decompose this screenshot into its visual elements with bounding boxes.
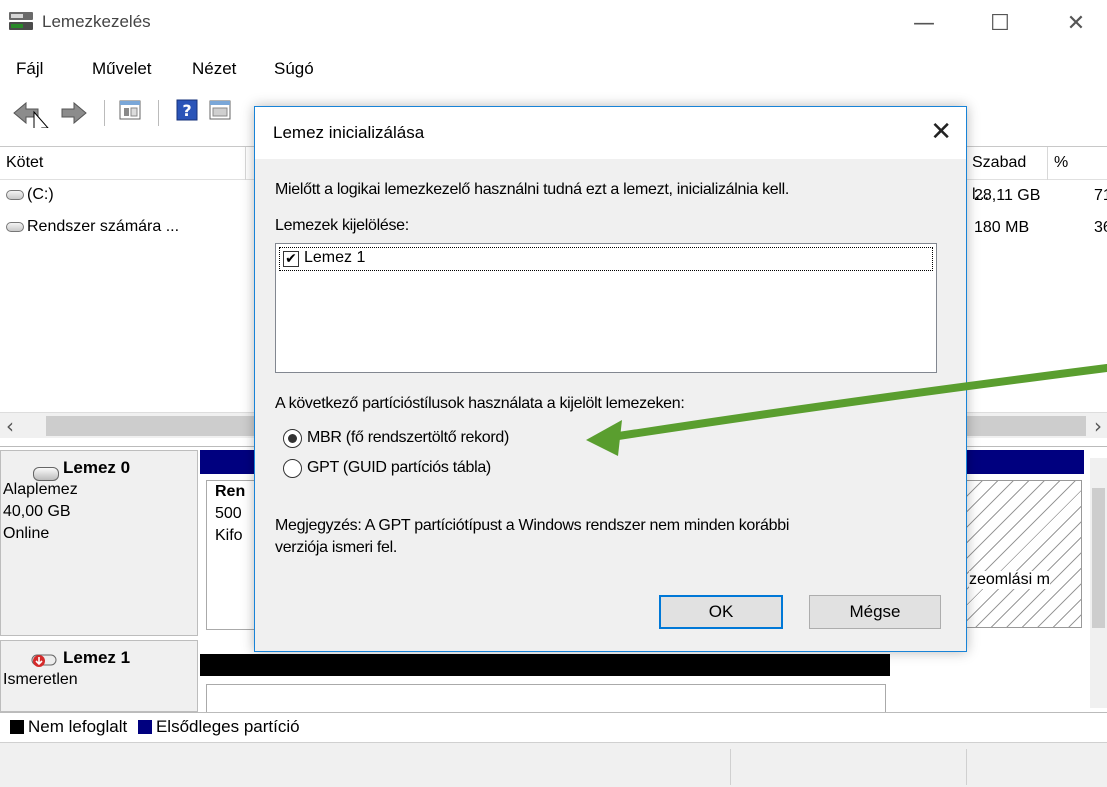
gpt-radio[interactable] <box>283 459 302 478</box>
menu-help[interactable]: Súgó <box>274 59 314 79</box>
volume-row[interactable]: Rendszer számára ... <box>6 218 179 236</box>
dialog-close-button[interactable]: ✕ <box>930 117 952 147</box>
vertical-scroll-thumb[interactable] <box>1092 488 1105 628</box>
dialog-intro-text: Mielőtt a logikai lemezkezelő használni … <box>275 181 790 198</box>
disk-item-label: Lemez 1 <box>304 249 366 266</box>
initialize-disk-dialog: Lemez inicializálása ✕ Mielőtt a logikai… <box>254 106 967 652</box>
disk-1-label[interactable]: Lemez 1 Ismeretlen <box>0 640 198 712</box>
volume-name: (C:) <box>27 186 54 203</box>
menu-action[interactable]: Művelet <box>92 59 152 79</box>
volume-disk-icon <box>6 189 24 200</box>
ok-button[interactable]: OK <box>659 595 783 629</box>
volume-disk-icon <box>6 221 24 232</box>
mbr-label: MBR (fő rendszertöltő rekord) <box>307 429 510 446</box>
disk-error-icon <box>31 654 57 667</box>
cancel-button[interactable]: Mégse <box>809 595 941 629</box>
disk-list-item[interactable]: ✔ Lemez 1 <box>279 247 933 271</box>
legend: Nem lefoglalt Elsődleges partíció <box>0 712 1107 742</box>
partition-bar-unallocated <box>200 654 890 676</box>
menu-bar: Fájl Művelet Nézet Súgó <box>0 52 1107 88</box>
disk-icon <box>33 467 59 481</box>
mbr-option[interactable]: MBR (fő rendszertöltő rekord) <box>283 427 583 451</box>
column-free-space[interactable]: Szabad l... <box>966 147 1048 203</box>
vertical-scrollbar[interactable] <box>1090 458 1107 708</box>
volume-free: 28,11 GB <box>974 187 1041 204</box>
gpt-label: GPT (GUID partíciós tábla) <box>307 459 491 476</box>
legend-primary: Elsődleges partíció <box>155 717 300 736</box>
menu-view[interactable]: Nézet <box>192 59 236 79</box>
help-icon[interactable]: ? <box>176 98 198 122</box>
title-bar: Lemezkezelés — ☐ ✕ <box>0 0 1107 50</box>
legend-unallocated: Nem lefoglalt <box>28 717 128 736</box>
unallocated-swatch <box>10 720 24 734</box>
volume-name: Rendszer számára ... <box>27 218 180 235</box>
console-tree-icon[interactable] <box>118 98 142 122</box>
volume-row[interactable]: (C:) <box>6 186 54 204</box>
note-line-2: verziója ismeri fel. <box>275 539 398 556</box>
disk-type: Alaplemez <box>3 481 78 498</box>
disk-checkbox[interactable]: ✔ <box>283 251 299 267</box>
column-percent[interactable]: % <box>1048 147 1107 180</box>
show-hide-icon[interactable] <box>208 98 232 122</box>
status-bar <box>0 742 1107 787</box>
disk-0-label[interactable]: Lemez 0 Alaplemez 40,00 GB Online <box>0 450 198 636</box>
volume-percent: 71 <box>1094 187 1107 204</box>
disk-type: Ismeretlen <box>3 671 78 688</box>
dialog-title-bar: Lemez inicializálása ✕ <box>255 107 966 159</box>
maximize-button[interactable]: ☐ <box>970 4 1030 44</box>
partition-c-selected[interactable]: zeomlási m <box>966 480 1082 628</box>
window-title: Lemezkezelés <box>42 12 151 31</box>
scroll-right-arrow[interactable]: › <box>1094 414 1102 438</box>
disk-listbox[interactable]: ✔ Lemez 1 <box>275 243 937 373</box>
scroll-left-arrow[interactable]: ‹ <box>6 414 14 438</box>
note-line-1: Megjegyzés: A GPT partíciótípust a Windo… <box>275 517 790 534</box>
volume-free: 180 MB <box>974 219 1030 236</box>
disk-status: Online <box>3 525 50 542</box>
minimize-button[interactable]: — <box>894 4 954 44</box>
volume-percent: 36 <box>1094 219 1107 236</box>
partition-style-label: A következő partícióstílusok használata … <box>275 395 685 412</box>
gpt-option[interactable]: GPT (GUID partíciós tábla) <box>283 457 583 481</box>
column-kotet[interactable]: Kötet <box>0 147 246 180</box>
menu-file[interactable]: Fájl <box>16 59 43 79</box>
disk-management-icon <box>9 12 33 30</box>
svg-text:?: ? <box>182 101 191 120</box>
dialog-title: Lemez inicializálása <box>273 123 425 142</box>
close-button[interactable]: ✕ <box>1046 4 1106 44</box>
disk-size: 40,00 GB <box>3 503 71 520</box>
unallocated-space[interactable] <box>206 684 886 712</box>
select-disks-label: Lemezek kijelölése: <box>275 217 409 234</box>
mbr-radio[interactable] <box>283 429 302 448</box>
back-forward-icons[interactable] <box>10 98 90 128</box>
primary-swatch <box>137 720 152 734</box>
partition-status-text: zeomlási m <box>969 571 1050 589</box>
